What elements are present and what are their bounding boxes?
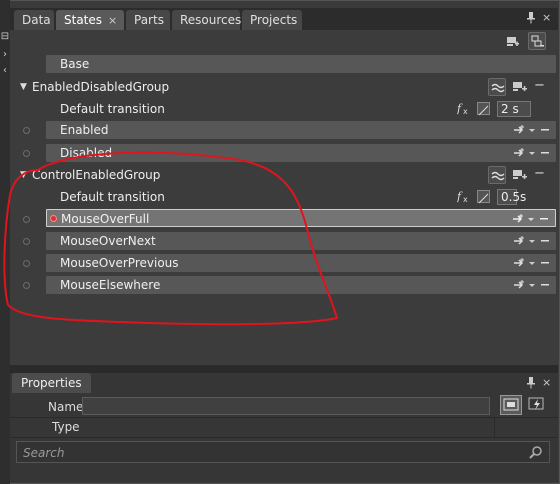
base-state-row[interactable]: Base — [46, 55, 556, 73]
easing-curve-icon[interactable] — [477, 102, 490, 116]
state-row[interactable]: MouseElsewhere — [46, 276, 556, 294]
easing-curve-icon[interactable] — [477, 190, 490, 204]
remove-group-icon[interactable]: − — [534, 77, 545, 95]
close-panel-icon[interactable]: × — [542, 376, 551, 389]
state-row-controls — [512, 257, 552, 269]
state-row[interactable]: MouseOverNext — [46, 232, 556, 250]
add-transition-icon[interactable] — [512, 167, 528, 186]
expand-triangle-icon[interactable]: ▼ — [20, 78, 27, 96]
collapse-icon[interactable]: ⊟ — [0, 30, 10, 44]
name-field[interactable] — [82, 397, 490, 415]
pin-icon[interactable] — [526, 377, 536, 392]
close-panel-icon[interactable]: × — [542, 11, 551, 24]
default-transition-label: Default transition — [60, 190, 165, 204]
state-row-controls — [512, 235, 552, 247]
separator — [10, 437, 558, 438]
type-label: Type — [52, 420, 80, 434]
record-state-toggle[interactable] — [23, 150, 30, 157]
tab-data[interactable]: Data — [14, 10, 54, 30]
tab-parts-label: Parts — [134, 13, 164, 27]
properties-view-button[interactable] — [500, 395, 522, 415]
add-transition-icon[interactable] — [512, 235, 552, 247]
duration-unit: s — [520, 190, 527, 204]
state-row[interactable]: Disabled — [46, 144, 556, 162]
base-state-label: Base — [60, 57, 90, 71]
add-transition-icon[interactable] — [511, 213, 551, 225]
panel-tab-bar: Data States × Parts Resources Projects × — [10, 8, 558, 30]
default-transition-row: Default transition fx 2 s — [46, 100, 556, 118]
transition-duration-field[interactable]: 0.5 — [497, 189, 520, 205]
tab-resources[interactable]: Resources — [172, 10, 242, 30]
states-toolbar — [10, 30, 558, 52]
tab-states-label: States — [64, 13, 103, 27]
record-state-toggle[interactable] — [23, 127, 30, 134]
state-group-name: EnabledDisabledGroup — [32, 80, 170, 94]
easing-function-icon[interactable]: fx — [457, 189, 471, 203]
search-input[interactable] — [21, 443, 505, 463]
left-tool-strip: ⊟ › ‹ — [0, 0, 10, 484]
state-group-name: ControlEnabledGroup — [32, 168, 161, 182]
group-controls: − — [488, 165, 552, 186]
separator — [10, 417, 558, 418]
state-label: MouseOverNext — [60, 234, 156, 248]
state-row[interactable]: Enabled — [46, 121, 556, 139]
add-transition-icon[interactable] — [512, 279, 552, 291]
state-group-header[interactable]: ▼ ControlEnabledGroup − — [10, 166, 558, 184]
recording-indicator-icon — [50, 215, 57, 222]
state-group-header[interactable]: ▼ EnabledDisabledGroup − — [10, 78, 558, 96]
add-transition-icon[interactable] — [512, 257, 552, 269]
tab-projects-label: Projects — [250, 13, 298, 27]
tab-resources-label: Resources — [180, 13, 242, 27]
state-label: Disabled — [60, 146, 113, 160]
add-transition-icon[interactable] — [512, 147, 552, 159]
state-label: MouseOverFull — [61, 212, 150, 226]
state-label: MouseOverPrevious — [60, 256, 179, 270]
default-transition-label: Default transition — [60, 102, 165, 116]
separator — [494, 417, 495, 437]
pin-icon[interactable] — [526, 12, 536, 27]
add-state-group-icon[interactable] — [503, 32, 521, 50]
record-state-toggle[interactable] — [23, 238, 30, 245]
add-transition-icon[interactable] — [512, 124, 552, 136]
transition-effect-icon[interactable] — [488, 78, 506, 96]
transition-effect-icon[interactable] — [488, 166, 506, 184]
close-icon[interactable]: × — [108, 14, 117, 27]
tab-states[interactable]: States × — [56, 10, 124, 30]
expand-triangle-icon[interactable]: ▼ — [20, 166, 27, 184]
state-row-controls — [512, 147, 552, 159]
state-label: Enabled — [60, 123, 109, 137]
tab-properties[interactable]: Properties — [12, 373, 91, 393]
states-panel: Base ▼ EnabledDisabledGroup − Default tr… — [10, 30, 558, 365]
tab-projects[interactable]: Projects — [242, 10, 302, 30]
properties-panel: Properties × Name Type — [10, 373, 558, 482]
record-state-toggle[interactable] — [23, 260, 30, 267]
record-state-toggle[interactable] — [23, 216, 30, 223]
svg-text:x: x — [463, 195, 468, 203]
tab-data-label: Data — [22, 13, 51, 27]
state-label: MouseElsewhere — [60, 278, 161, 292]
events-lightning-icon[interactable] — [526, 395, 548, 415]
chevron-left-icon[interactable]: ‹ — [0, 64, 10, 78]
panel-divider[interactable] — [10, 365, 558, 373]
search-icon[interactable] — [529, 445, 543, 459]
default-transition-row: Default transition fx 0.5 s — [46, 188, 556, 206]
tab-parts[interactable]: Parts — [126, 10, 170, 30]
record-state-toggle[interactable] — [23, 282, 30, 289]
state-row-controls — [512, 279, 552, 291]
remove-group-icon[interactable]: − — [534, 165, 545, 183]
state-row[interactable]: MouseOverPrevious — [46, 254, 556, 272]
svg-text:x: x — [463, 107, 468, 115]
search-box — [16, 441, 550, 463]
transition-duration-field[interactable]: 2 s — [497, 101, 531, 117]
add-transition-icon[interactable] — [512, 79, 528, 98]
add-state-icon[interactable] — [528, 32, 546, 50]
state-row-controls — [512, 124, 552, 136]
group-controls: − — [488, 77, 552, 98]
state-row-controls — [511, 213, 551, 225]
chevron-right-icon[interactable]: › — [0, 48, 10, 62]
name-label: Name — [48, 400, 84, 414]
easing-function-icon[interactable]: fx — [457, 101, 471, 115]
state-row-selected[interactable]: MouseOverFull — [46, 209, 556, 227]
